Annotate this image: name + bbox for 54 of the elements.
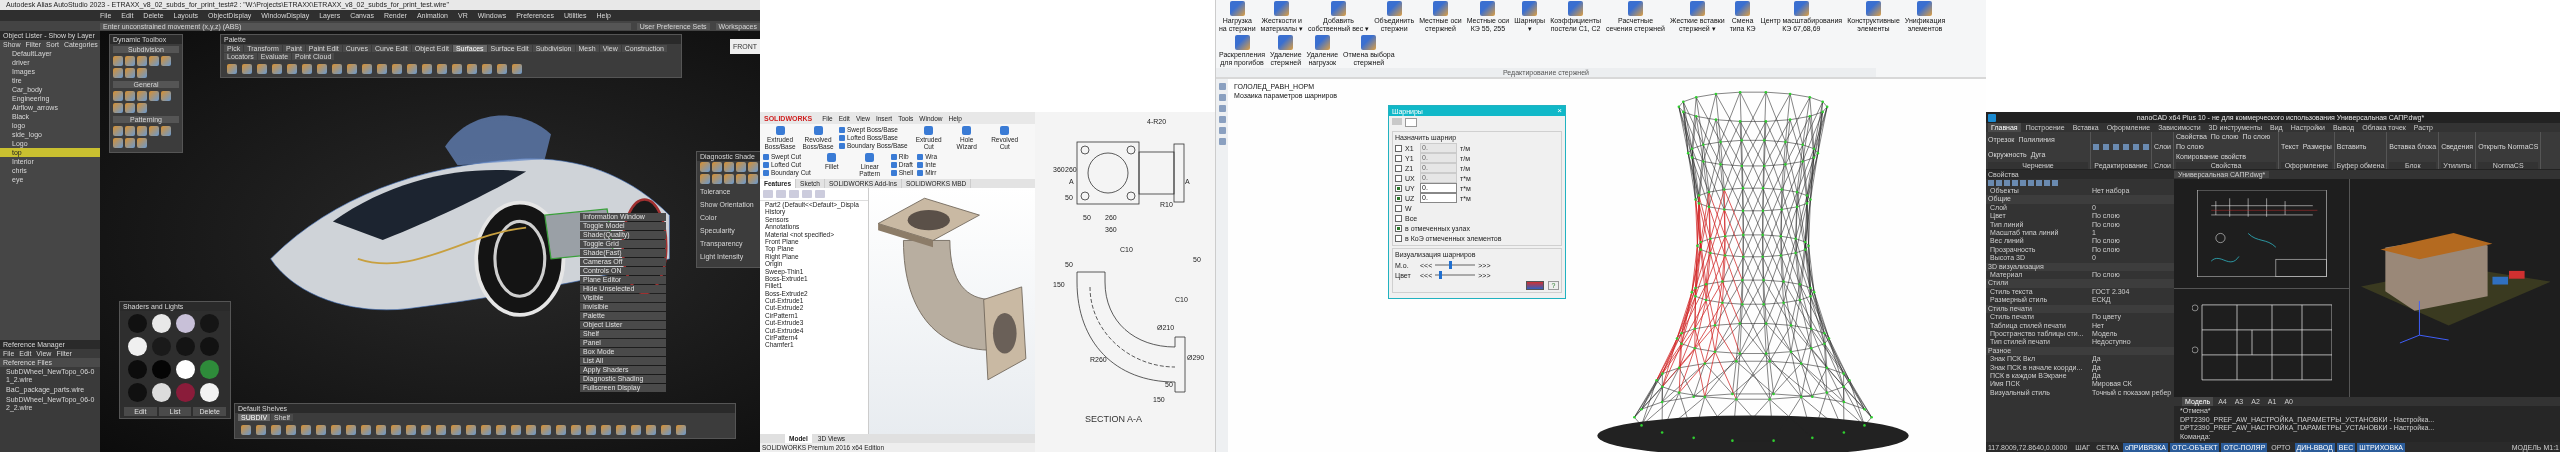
- shader-swatch[interactable]: [176, 314, 195, 333]
- shader-swatch[interactable]: [176, 383, 195, 402]
- checkbox[interactable]: [1395, 154, 1402, 162]
- checkbox[interactable]: [1395, 174, 1402, 182]
- shader-swatch[interactable]: [128, 360, 147, 379]
- shader-swatch[interactable]: [176, 337, 195, 356]
- tool-icon: [1865, 1, 1881, 16]
- tool-icon: [1432, 1, 1448, 16]
- tool-icon: [1689, 1, 1705, 16]
- tool-icon: [1229, 1, 1245, 16]
- slider-thumb[interactable]: [1449, 261, 1453, 269]
- checkbox[interactable]: [1395, 204, 1402, 212]
- shader-swatch[interactable]: [200, 360, 219, 379]
- checkbox[interactable]: [1395, 214, 1402, 222]
- tool-icon: [1480, 1, 1496, 16]
- shader-swatch[interactable]: [152, 314, 171, 333]
- tool-icon: [813, 126, 823, 135]
- checkbox[interactable]: [1395, 224, 1402, 232]
- shader-swatch[interactable]: [200, 314, 219, 333]
- shader-swatch[interactable]: [128, 383, 147, 402]
- tool-icon: [1361, 35, 1377, 50]
- shader-swatch[interactable]: [128, 337, 147, 356]
- tool-icon: [1735, 1, 1751, 16]
- tool-icon: [1568, 1, 1584, 16]
- checkbox[interactable]: [1395, 164, 1402, 172]
- tool-icon: [1274, 1, 1290, 16]
- app-logo-icon: [1988, 113, 1996, 122]
- shader-swatch[interactable]: [200, 337, 219, 356]
- shader-swatch[interactable]: [200, 383, 219, 402]
- tool-icon: [865, 153, 875, 162]
- color-scale-button[interactable]: [1526, 280, 1544, 290]
- tool-icon: [1793, 1, 1809, 16]
- checkbox[interactable]: [1395, 184, 1402, 192]
- slider-thumb[interactable]: [1439, 271, 1443, 279]
- checkbox[interactable]: [1395, 194, 1402, 202]
- tool-icon: [1917, 1, 1933, 16]
- shader-swatch[interactable]: [152, 383, 171, 402]
- shader-swatch[interactable]: [128, 314, 147, 333]
- tool-icon: [1278, 35, 1294, 50]
- tool-icon: [1628, 1, 1643, 16]
- tool-icon: [1314, 35, 1330, 50]
- tool-icon: [1386, 1, 1402, 16]
- tool-icon: [924, 126, 934, 135]
- tool-icon: [775, 126, 785, 135]
- checkbox[interactable]: [1395, 234, 1402, 242]
- checkbox[interactable]: [1395, 144, 1402, 152]
- tool-icon: [1331, 1, 1347, 16]
- tool-icon: [962, 126, 972, 135]
- tool-icon: [1234, 35, 1250, 50]
- section-caption: SECTION A-A: [1085, 414, 1142, 424]
- shader-swatch[interactable]: [176, 360, 195, 379]
- tool-icon: [1000, 126, 1010, 135]
- shader-swatch[interactable]: [152, 360, 171, 379]
- tool-icon: [1522, 1, 1538, 16]
